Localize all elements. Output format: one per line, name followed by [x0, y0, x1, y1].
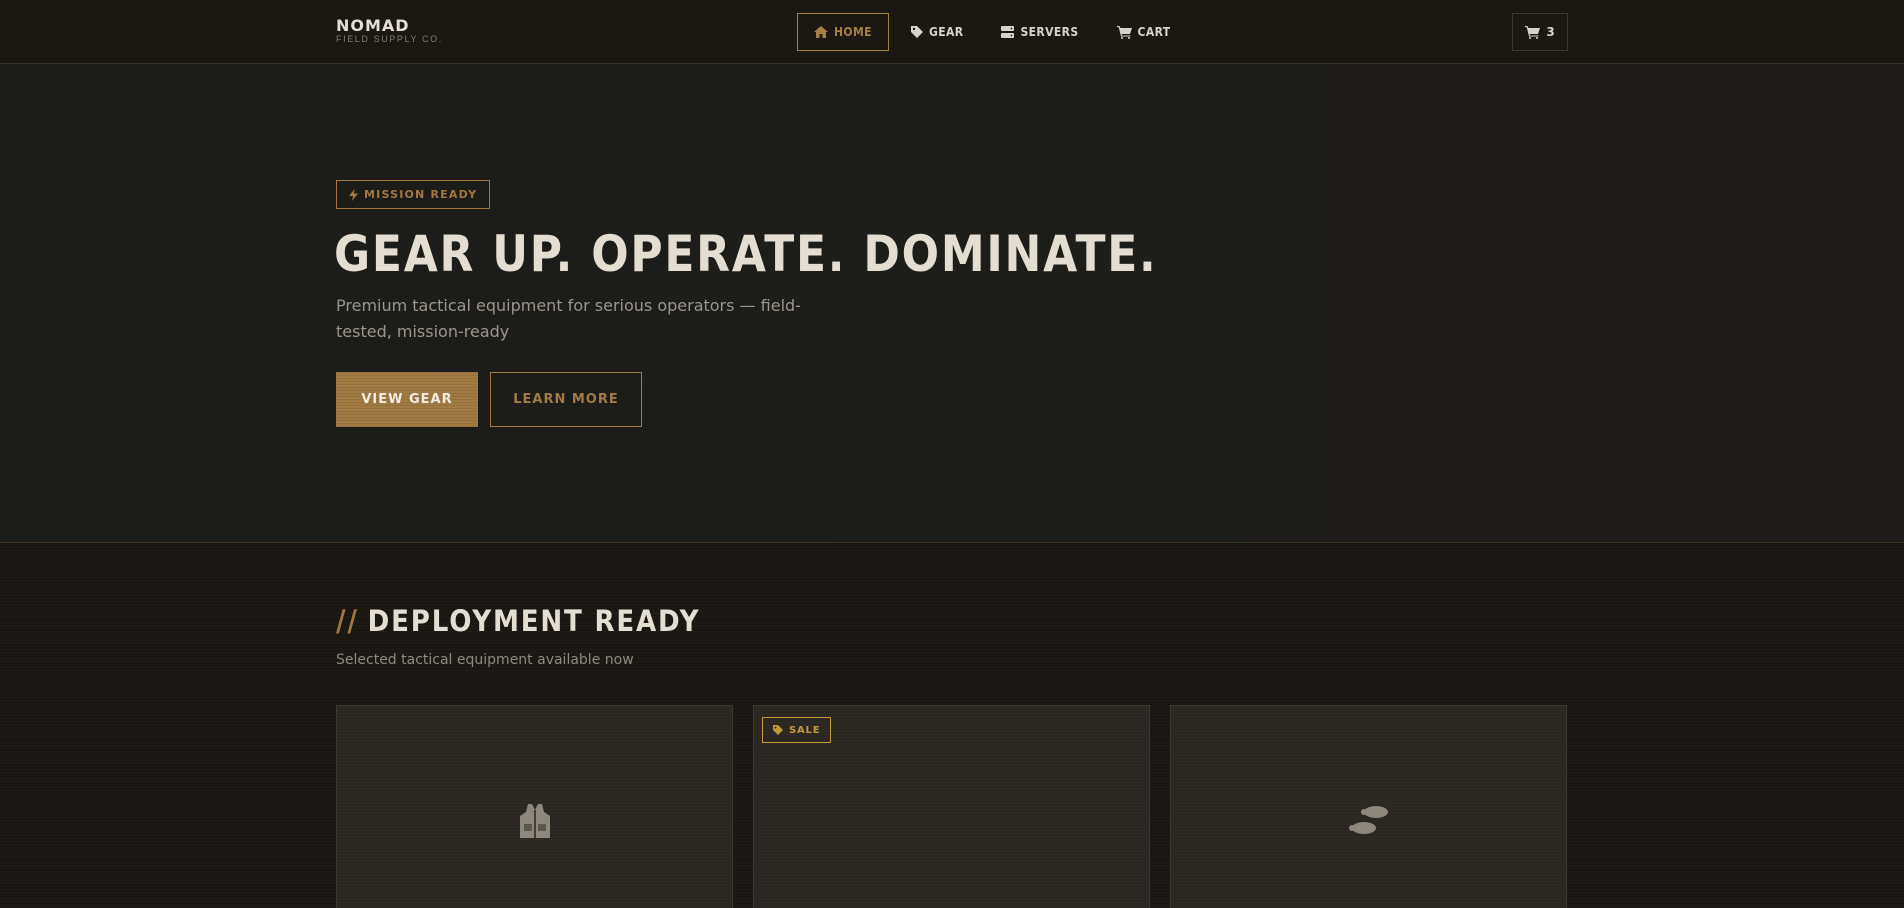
- product-card[interactable]: SALE: [753, 705, 1150, 908]
- main-nav: HOME GEAR SERVERS CART: [797, 13, 1193, 51]
- sale-label: SALE: [789, 724, 821, 736]
- cart-icon: [1525, 25, 1541, 39]
- nav-item-gear[interactable]: GEAR: [895, 13, 980, 51]
- nav-label-gear: GEAR: [928, 25, 964, 39]
- cart-button[interactable]: 3: [1512, 13, 1568, 51]
- product-card[interactable]: [1170, 705, 1567, 908]
- nav-item-servers[interactable]: SERVERS: [985, 13, 1094, 51]
- brand-logo[interactable]: NOMAD FIELD SUPPLY CO.: [336, 17, 443, 45]
- product-card[interactable]: [336, 705, 733, 908]
- boots-icon: [1348, 804, 1390, 841]
- lightning-icon: [349, 188, 358, 201]
- nav-item-cart[interactable]: CART: [1101, 13, 1187, 51]
- brand-name: NOMAD: [336, 16, 410, 35]
- nav-label-servers: SERVERS: [1020, 25, 1079, 39]
- badge-label: MISSION READY: [364, 188, 478, 201]
- tag-icon: [910, 26, 923, 38]
- section-title: //DEPLOYMENT READY: [336, 604, 700, 638]
- hero-section: MISSION READY GEAR UP. OPERATE. DOMINATE…: [0, 65, 1904, 543]
- section-subtitle: Selected tactical equipment available no…: [336, 652, 634, 668]
- sale-badge: SALE: [762, 717, 832, 743]
- hero-title: GEAR UP. OPERATE. DOMINATE.: [334, 225, 1158, 283]
- section-prefix: //: [336, 604, 359, 638]
- nav-label-cart: CART: [1137, 25, 1171, 39]
- learn-more-button[interactable]: LEARN MORE: [490, 372, 642, 427]
- tag-icon: [773, 725, 783, 735]
- vest-icon: [519, 804, 550, 843]
- brand-tagline: FIELD SUPPLY CO.: [336, 34, 443, 44]
- mission-badge: MISSION READY: [336, 180, 491, 209]
- site-header: NOMAD FIELD SUPPLY CO. HOME GEAR SERVERS…: [0, 0, 1904, 64]
- nav-item-home[interactable]: HOME: [797, 13, 889, 51]
- cart-icon: [1116, 25, 1132, 39]
- server-icon: [1001, 26, 1015, 38]
- hero-subtitle: Premium tactical equipment for serious o…: [336, 296, 801, 341]
- nav-label-home: HOME: [834, 25, 872, 39]
- view-gear-button[interactable]: VIEW GEAR: [336, 372, 478, 427]
- home-icon: [814, 26, 828, 38]
- cart-count: 3: [1546, 25, 1555, 39]
- section-title-text: DEPLOYMENT READY: [367, 604, 701, 638]
